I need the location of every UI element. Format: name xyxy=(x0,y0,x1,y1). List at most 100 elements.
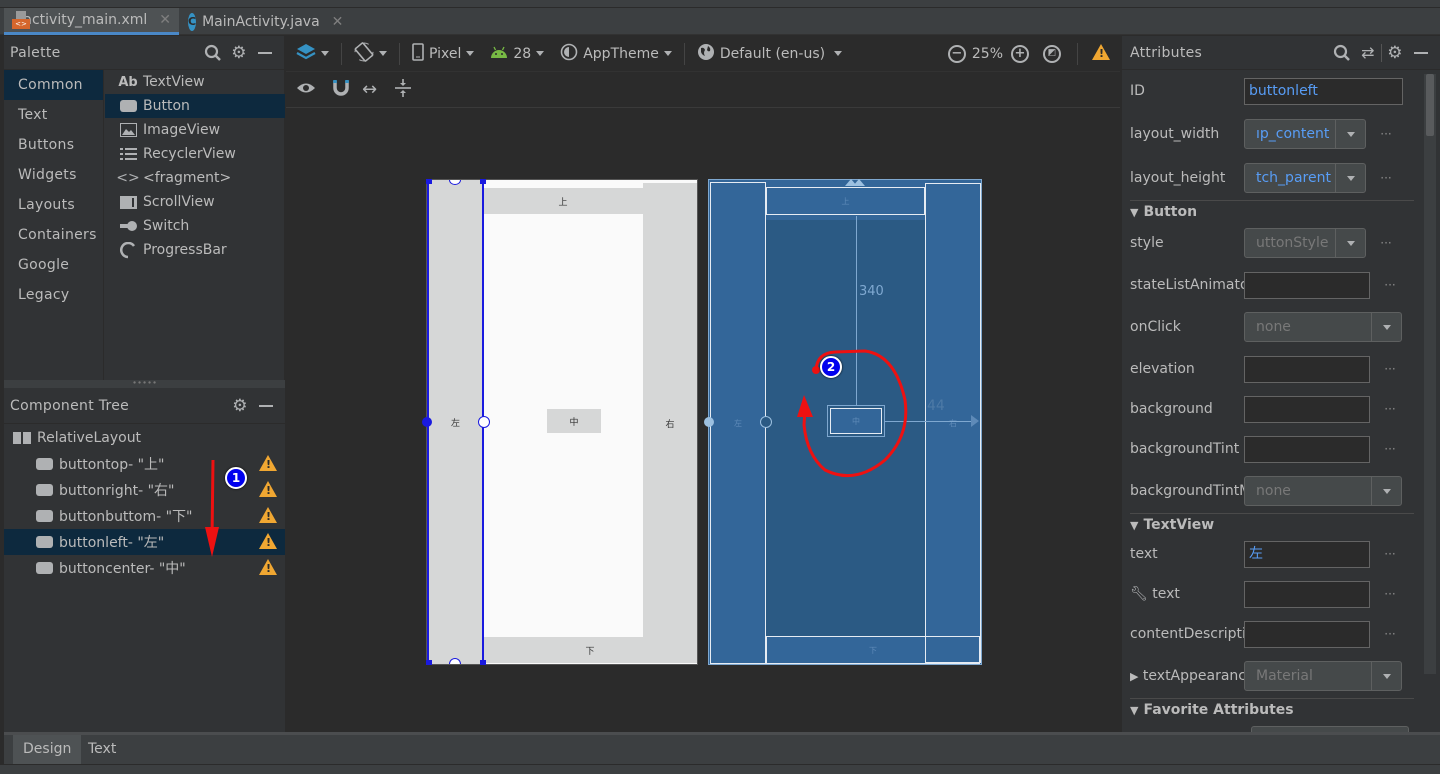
palette-item-progressbar[interactable]: ProgressBar xyxy=(105,238,285,262)
id-field[interactable]: buttonleft xyxy=(1244,77,1403,105)
palette-item-fragment[interactable]: <> <fragment> xyxy=(105,166,285,190)
eye-icon[interactable] xyxy=(296,81,316,99)
preview-button-top[interactable]: 上 xyxy=(483,188,643,214)
background-tint-mode-dropdown[interactable]: none xyxy=(1244,476,1402,506)
close-tab-icon[interactable]: ✕ xyxy=(332,14,344,30)
close-tab-icon[interactable]: ✕ xyxy=(159,12,171,28)
warning-icon[interactable] xyxy=(259,481,277,501)
warning-icon[interactable] xyxy=(1092,43,1110,64)
api-level-selector[interactable]: 28 xyxy=(482,39,552,69)
minimize-icon[interactable] xyxy=(253,394,279,418)
section-textview[interactable]: ▼ TextView xyxy=(1130,514,1412,536)
resize-handle[interactable] xyxy=(480,179,486,184)
layout-width-dropdown[interactable]: ıp_content xyxy=(1244,119,1366,149)
design-preview-screen[interactable]: 上 右 下 中 左 xyxy=(422,179,698,665)
more-icon[interactable]: ··· xyxy=(1366,236,1406,250)
search-icon[interactable] xyxy=(200,41,226,65)
resize-handle[interactable] xyxy=(426,179,432,184)
anchor-handle-left[interactable] xyxy=(422,417,432,427)
warning-icon[interactable] xyxy=(259,559,277,579)
tab-text[interactable]: Text xyxy=(78,735,126,764)
more-icon[interactable]: ··· xyxy=(1370,627,1410,641)
category-google[interactable]: Google xyxy=(4,250,103,280)
tree-node-buttonleft[interactable]: buttonleft- "左" xyxy=(4,529,285,555)
warning-icon[interactable] xyxy=(259,533,277,553)
swap-view-icon[interactable]: ⇄ xyxy=(1355,41,1381,65)
panel-splitter[interactable]: ∙∙∙∙∙ xyxy=(4,379,285,388)
attributes-scrollbar[interactable] xyxy=(1424,74,1436,674)
horizontal-arrows-icon[interactable]: ↔ xyxy=(362,79,377,100)
state-list-animator-field[interactable] xyxy=(1244,271,1370,299)
design-canvas[interactable] xyxy=(286,108,1120,732)
style-dropdown[interactable]: uttonStyle xyxy=(1244,228,1366,258)
preview-button-right[interactable]: 右 xyxy=(643,183,697,663)
gear-icon[interactable]: ⚙ xyxy=(227,394,253,418)
design-surface-button[interactable] xyxy=(286,39,337,69)
anchor-handle-right[interactable] xyxy=(478,416,490,428)
zoom-in-icon[interactable]: + xyxy=(1011,44,1029,63)
more-icon[interactable]: ··· xyxy=(1366,171,1406,185)
category-legacy[interactable]: Legacy xyxy=(4,280,103,310)
anchor-handle-left[interactable] xyxy=(704,417,714,427)
anchor-handle-right[interactable] xyxy=(760,416,772,428)
device-selector[interactable]: Pixel xyxy=(404,39,482,69)
background-tint-field[interactable] xyxy=(1244,435,1370,463)
palette-item-imageview[interactable]: ImageView xyxy=(105,118,285,142)
text-appearance-dropdown[interactable]: Material xyxy=(1244,661,1402,691)
preview-button-bottom[interactable]: 下 xyxy=(483,637,697,663)
section-favorite-attributes[interactable]: ▼ Favorite Attributes xyxy=(1130,699,1412,721)
section-button[interactable]: ▼ Button xyxy=(1130,201,1412,223)
palette-item-recyclerview[interactable]: RecyclerView xyxy=(105,142,285,166)
tree-node-relativelayout[interactable]: RelativeLayout xyxy=(4,425,285,451)
palette-item-scrollview[interactable]: ScrollView xyxy=(105,190,285,214)
locale-selector[interactable]: Default (en-us) xyxy=(689,39,850,69)
warning-icon[interactable] xyxy=(259,507,277,527)
vertical-align-icon[interactable] xyxy=(393,78,413,102)
search-icon[interactable] xyxy=(1329,41,1355,65)
text-field[interactable]: 左 xyxy=(1244,540,1370,568)
tools-text-field[interactable] xyxy=(1244,580,1370,608)
tab-design[interactable]: Design xyxy=(13,735,82,764)
more-icon[interactable]: ··· xyxy=(1370,362,1410,376)
category-common[interactable]: Common xyxy=(4,70,103,100)
minimize-icon[interactable] xyxy=(252,41,278,65)
orientation-button[interactable] xyxy=(346,39,395,69)
onclick-dropdown[interactable]: none xyxy=(1244,312,1402,342)
gear-icon[interactable]: ⚙ xyxy=(226,41,252,65)
category-layouts[interactable]: Layouts xyxy=(4,190,103,220)
zoom-out-icon[interactable]: − xyxy=(947,44,966,63)
resize-handle[interactable] xyxy=(480,660,486,665)
layout-height-dropdown[interactable]: tch_parent xyxy=(1244,163,1366,193)
more-icon[interactable]: ··· xyxy=(1370,587,1410,601)
category-containers[interactable]: Containers xyxy=(4,220,103,250)
tab-activity-main-xml[interactable]: <> activity_main.xml ✕ xyxy=(4,8,179,35)
resize-handle[interactable] xyxy=(426,660,432,665)
preview-button-center[interactable]: 中 xyxy=(547,409,601,433)
palette-item-switch[interactable]: Switch xyxy=(105,214,285,238)
category-widgets[interactable]: Widgets xyxy=(4,160,103,190)
elevation-field[interactable] xyxy=(1244,355,1370,383)
more-icon[interactable]: ··· xyxy=(1366,127,1406,141)
tree-node-buttoncenter[interactable]: buttoncenter- "中" xyxy=(4,555,285,581)
minimize-icon[interactable] xyxy=(1408,41,1434,65)
theme-selector[interactable]: AppTheme xyxy=(552,39,680,69)
blueprint-button-bottom[interactable]: 下 xyxy=(766,636,980,664)
content-description-field[interactable] xyxy=(1244,620,1370,648)
palette-item-textview[interactable]: Ab TextView xyxy=(105,70,285,94)
tab-main-activity-java[interactable]: C MainActivity.java ✕ xyxy=(180,8,348,35)
category-text[interactable]: Text xyxy=(4,100,103,130)
preview-button-left-selected[interactable]: 左 xyxy=(427,180,484,664)
tree-node-buttonbuttom[interactable]: buttonbuttom- "下" xyxy=(4,503,285,529)
more-icon[interactable]: ··· xyxy=(1370,278,1410,292)
warning-icon[interactable] xyxy=(259,455,277,475)
zoom-to-fit-icon[interactable]: ◩ xyxy=(1043,44,1061,63)
palette-item-button[interactable]: Button xyxy=(105,94,285,118)
more-icon[interactable]: ··· xyxy=(1370,547,1410,561)
magnet-icon[interactable] xyxy=(332,79,350,101)
more-icon[interactable]: ··· xyxy=(1370,442,1410,456)
category-buttons[interactable]: Buttons xyxy=(4,130,103,160)
more-icon[interactable]: ··· xyxy=(1370,402,1410,416)
background-field[interactable] xyxy=(1244,395,1370,423)
expand-icon[interactable]: ▶ xyxy=(1130,670,1138,683)
blueprint-button-top[interactable]: 上 xyxy=(766,187,925,215)
